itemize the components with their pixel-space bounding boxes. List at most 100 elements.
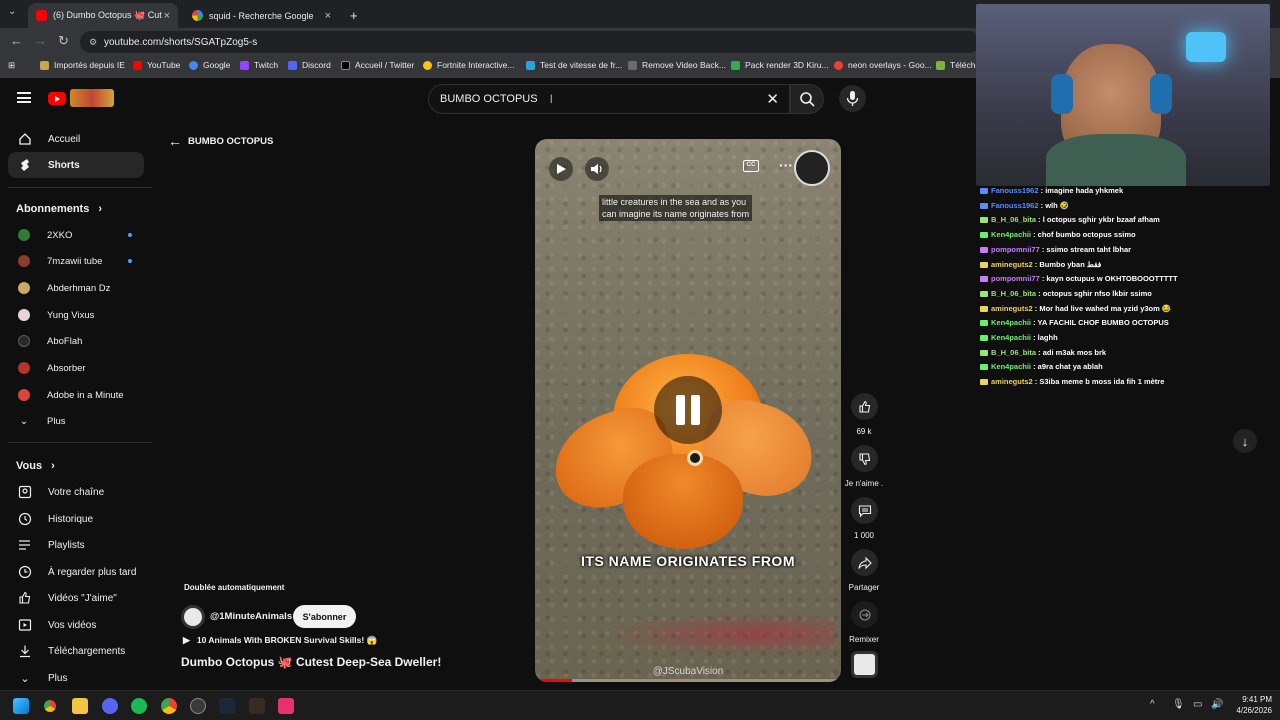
file-explorer-icon[interactable] <box>72 698 88 714</box>
new-tab-button[interactable]: + <box>342 3 364 28</box>
video-title[interactable]: Dumbo Octopus 🐙 Cutest Deep-Sea Dweller! <box>181 655 441 669</box>
channel-name[interactable]: @1MinuteAnimals <box>210 611 292 622</box>
avatar <box>18 309 30 321</box>
sidebar-item-shorts[interactable]: Shorts <box>8 152 144 178</box>
chat-username: pompomnii77 <box>991 274 1040 284</box>
chevron-up-icon[interactable]: ^ <box>1150 699 1155 710</box>
forward-icon[interactable]: → <box>34 33 47 48</box>
bookmark-item[interactable]: Importés depuis IE <box>40 60 125 70</box>
subscriptions-heading[interactable]: Abonnements › <box>16 203 102 215</box>
pause-button[interactable] <box>654 376 722 444</box>
speaker-icon[interactable]: 🔊 <box>1211 699 1223 710</box>
like-button[interactable] <box>851 393 878 420</box>
bookmark-item[interactable]: neon overlays - Goo... <box>834 60 932 70</box>
chat-username: Ken4pachii <box>991 362 1032 372</box>
back-to-search[interactable]: ← BUMBO OCTOPUS <box>168 133 273 149</box>
subscriptions-more[interactable]: ⌄ Plus <box>8 408 144 434</box>
sidebar-item-more[interactable]: ⌄ Plus <box>8 665 144 691</box>
tab-youtube[interactable]: (6) Dumbo Octopus 🐙 Cut × <box>28 3 178 28</box>
subscription-item[interactable]: 7mzawii tube <box>8 248 144 274</box>
voice-search-button[interactable] <box>839 85 866 112</box>
subscription-item[interactable]: 2XKO <box>8 222 144 248</box>
sidebar-item-playlists[interactable]: Playlists <box>8 532 144 558</box>
tiktok-icon[interactable] <box>278 698 294 714</box>
bookmark-item[interactable]: Discord <box>288 60 331 70</box>
sidebar-item-downloads[interactable]: Téléchargements <box>8 638 144 664</box>
bookmark-item[interactable]: Accueil / Twitter <box>341 60 414 70</box>
discord-icon[interactable] <box>102 698 118 714</box>
chat-message: B_H_06_bita : octopus sghir nfso lkbir s… <box>980 289 1152 298</box>
bookmark-item[interactable]: Pack render 3D Kiru... <box>731 60 829 70</box>
youtube-logo[interactable] <box>48 92 66 105</box>
back-icon[interactable]: ← <box>10 33 23 48</box>
doodle-logo[interactable] <box>70 89 114 107</box>
subscription-item[interactable]: Yung Vixus <box>8 302 144 328</box>
site-info-icon[interactable]: ⚙ <box>89 37 97 48</box>
chrome-profile-icon[interactable] <box>161 698 177 714</box>
play-button[interactable] <box>549 157 573 181</box>
sidebar-item-watch-later[interactable]: À regarder plus tard <box>8 559 144 585</box>
subscription-item[interactable]: Adobe in a Minute <box>8 382 144 408</box>
captions-icon[interactable]: CC <box>743 160 759 172</box>
windows-start-icon[interactable] <box>13 698 29 714</box>
clear-search-icon[interactable]: ✕ <box>766 90 779 108</box>
chat-badge-icon <box>980 217 988 224</box>
more-options-icon[interactable]: ··· <box>779 157 793 173</box>
sidebar-item-liked[interactable]: Vidéos "J'aime" <box>8 585 144 611</box>
apps-icon[interactable]: ⊞ <box>8 60 15 71</box>
bookmark-item[interactable]: Test de vitesse de fr... <box>526 60 622 70</box>
bookmark-item[interactable]: YouTube <box>133 60 180 70</box>
dislike-button[interactable] <box>851 445 878 472</box>
tab-search-icon[interactable]: ⌄ <box>8 6 16 17</box>
avatar <box>18 335 30 347</box>
chat-username: Ken4pachii <box>991 230 1032 240</box>
sidebar-item-home[interactable]: Accueil <box>8 126 144 152</box>
bookmark-item[interactable]: Google <box>189 60 230 70</box>
scroll-down-button[interactable]: ↓ <box>1233 429 1257 453</box>
dubbed-label: Doublée automatiquement <box>184 583 285 592</box>
remix-button[interactable] <box>851 601 878 628</box>
sound-avatar[interactable] <box>851 651 878 678</box>
search-input[interactable]: BUMBO OCTOPUS Ι ✕ <box>428 84 790 114</box>
close-tab-icon[interactable]: × <box>164 10 170 22</box>
volume-button[interactable] <box>585 157 609 181</box>
bookmark-item[interactable]: Remove Video Back... <box>628 60 726 70</box>
channel-avatar[interactable] <box>181 605 205 629</box>
sidebar-item-channel[interactable]: Votre chaîne <box>8 479 144 505</box>
search-button[interactable] <box>790 84 824 114</box>
game-icon[interactable] <box>249 698 265 714</box>
chat-text: : ssimo stream taht lbhar <box>1039 244 1132 254</box>
subscription-label: 7mzawii tube <box>47 255 103 267</box>
bookmark-item[interactable]: Télécha <box>936 60 980 70</box>
clock-time: 9:41 PM <box>1242 695 1272 704</box>
you-heading[interactable]: Vous › <box>16 460 55 472</box>
subscription-item[interactable]: Absorber <box>8 355 144 381</box>
reload-icon[interactable]: ↻ <box>58 33 69 49</box>
network-icon[interactable]: ▭ <box>1193 699 1202 710</box>
chat-text: : adi m3ak mos brk <box>1036 347 1107 357</box>
subscribe-button[interactable]: S'abonner <box>293 605 356 628</box>
bookmark-item[interactable]: Twitch <box>240 60 278 70</box>
clock[interactable]: 9:41 PM 4/26/2026 <box>1226 694 1272 716</box>
bookmark-item[interactable]: Fortnite Interactive... <box>423 60 514 70</box>
tab-google[interactable]: squid - Recherche Google × <box>184 3 339 28</box>
playlist-link[interactable]: ▶ 10 Animals With BROKEN Survival Skills… <box>183 635 377 646</box>
chrome-icon[interactable] <box>42 698 58 714</box>
sidebar-item-your-videos[interactable]: Vos vidéos <box>8 612 144 638</box>
burned-caption: ITS NAME ORIGINATES FROM <box>581 553 795 569</box>
subscription-item[interactable]: Abderhman Dz <box>8 275 144 301</box>
address-bar[interactable]: ⚙ youtube.com/shorts/SGATpZog5-s <box>80 31 980 53</box>
sidebar-item-history[interactable]: Historique <box>8 506 144 532</box>
comment-count: 1 000 <box>853 531 875 540</box>
close-tab-icon[interactable]: × <box>325 10 331 22</box>
short-video-player[interactable]: CC ··· little creatures in the sea and a… <box>535 139 841 682</box>
share-button[interactable] <box>851 549 878 576</box>
steam-icon[interactable] <box>219 698 235 714</box>
mic-tray-icon[interactable]: 🎙 <box>1172 699 1185 710</box>
app-icon[interactable] <box>190 698 206 714</box>
progress-bar[interactable] <box>535 679 841 682</box>
spotify-icon[interactable] <box>131 698 147 714</box>
subscription-item[interactable]: AboFlah <box>8 328 144 354</box>
comments-button[interactable] <box>851 497 878 524</box>
menu-icon[interactable] <box>17 92 31 103</box>
